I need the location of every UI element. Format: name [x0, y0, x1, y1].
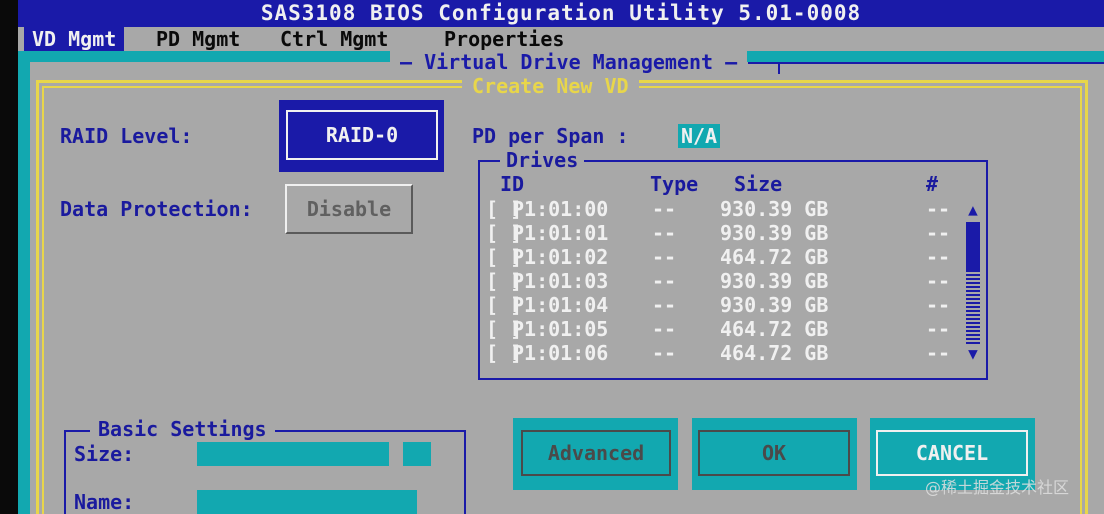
- drive-id: P1:01:01: [512, 221, 609, 245]
- watermark: @稀土掘金技术社区: [925, 478, 1070, 497]
- drive-size: 930.39 GB: [720, 293, 829, 317]
- drive-type: --: [652, 197, 677, 221]
- drive-id: P1:01:00: [512, 197, 609, 221]
- drive-num: --: [926, 269, 951, 293]
- size-unit-dropdown[interactable]: [403, 442, 431, 466]
- drive-size: 930.39 GB: [720, 221, 829, 245]
- triangle-down-icon[interactable]: ▼: [964, 344, 982, 364]
- pd-per-span-label: PD per Span :: [472, 124, 629, 148]
- basic-settings-title: Basic Settings: [90, 417, 275, 441]
- panel-top-rule: [748, 62, 1104, 64]
- drive-type: --: [652, 293, 677, 317]
- cancel-button[interactable]: CANCEL: [876, 430, 1028, 476]
- drive-size: 930.39 GB: [720, 197, 829, 221]
- drive-num: --: [926, 245, 951, 269]
- drive-type: --: [652, 341, 677, 365]
- raid-level-label: RAID Level:: [60, 124, 193, 148]
- advanced-button[interactable]: Advanced: [521, 430, 671, 476]
- panel-rule-tick: [778, 62, 780, 74]
- drives-scrollbar-thumb[interactable]: [966, 222, 980, 270]
- drives-header-num: #: [926, 172, 939, 196]
- drive-size: 464.72 GB: [720, 245, 829, 269]
- ok-button[interactable]: OK: [698, 430, 850, 476]
- drives-title: Drives: [500, 148, 585, 172]
- menu-ctrl-mgmt[interactable]: Ctrl Mgmt: [272, 27, 396, 51]
- triangle-up-icon[interactable]: ▲: [964, 200, 982, 220]
- drive-id: P1:01:06: [512, 341, 609, 365]
- drive-num: --: [926, 197, 951, 221]
- name-label: Name:: [74, 490, 135, 514]
- drive-num: --: [926, 293, 951, 317]
- raid-level-dropdown[interactable]: RAID-0: [286, 110, 438, 160]
- drive-id: P1:01:05: [512, 317, 609, 341]
- drive-size: 464.72 GB: [720, 317, 829, 341]
- dialog-title: Create New VD: [462, 74, 639, 98]
- drive-size: 464.72 GB: [720, 341, 829, 365]
- size-label: Size:: [74, 442, 135, 466]
- drive-num: --: [926, 341, 951, 365]
- drive-num: --: [926, 221, 951, 245]
- drive-id: P1:01:02: [512, 245, 609, 269]
- drive-type: --: [652, 245, 677, 269]
- drive-size: 930.39 GB: [720, 269, 829, 293]
- menu-properties[interactable]: Properties: [436, 27, 572, 51]
- name-input[interactable]: [197, 490, 417, 514]
- drive-type: --: [652, 317, 677, 341]
- drive-num: --: [926, 317, 951, 341]
- menu-bar: VD Mgmt PD Mgmt Ctrl Mgmt Properties: [18, 27, 1104, 51]
- drives-header-type: Type: [650, 172, 699, 196]
- drives-header-id: ID: [500, 172, 525, 196]
- data-protection-dropdown[interactable]: Disable: [285, 184, 413, 234]
- drive-type: --: [652, 221, 677, 245]
- panel-title: — Virtual Drive Management —: [390, 50, 748, 74]
- menu-pd-mgmt[interactable]: PD Mgmt: [148, 27, 248, 51]
- drive-id: P1:01:04: [512, 293, 609, 317]
- window-title: SAS3108 BIOS Configuration Utility 5.01-…: [18, 0, 1104, 27]
- size-input[interactable]: [197, 442, 389, 466]
- data-protection-label: Data Protection:: [60, 197, 253, 221]
- drive-id: P1:01:03: [512, 269, 609, 293]
- pd-per-span-value[interactable]: N/A: [678, 124, 720, 148]
- drives-header-size: Size: [734, 172, 783, 196]
- menu-vd-mgmt[interactable]: VD Mgmt: [24, 27, 125, 51]
- drive-type: --: [652, 269, 677, 293]
